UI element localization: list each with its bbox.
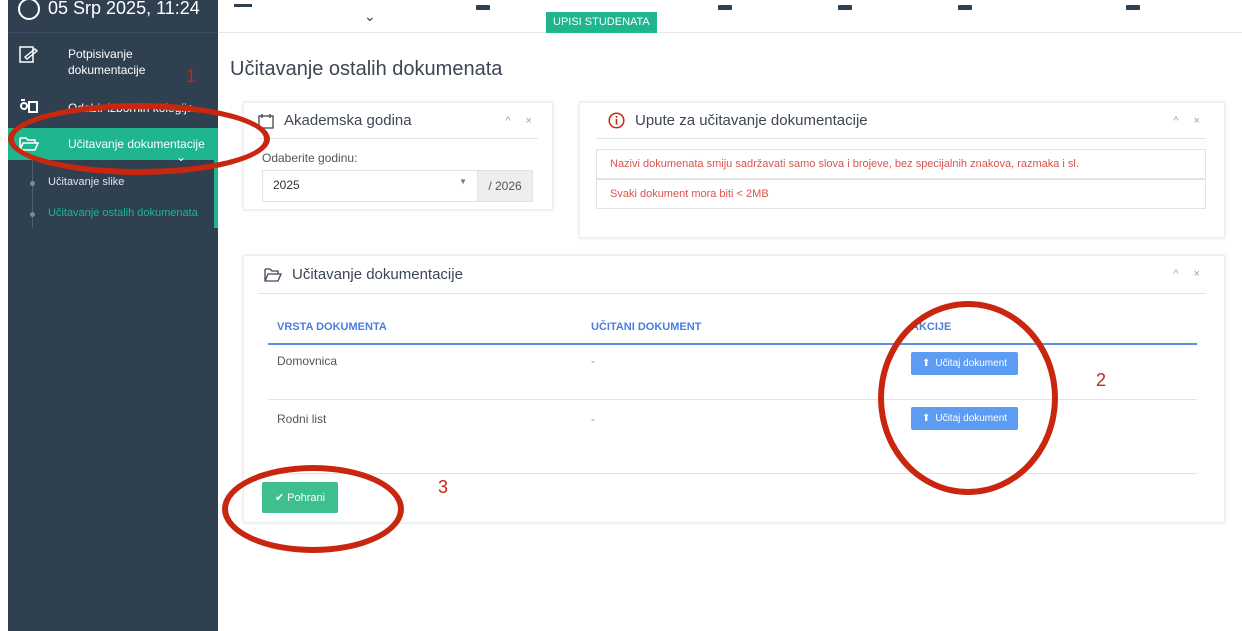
tab-student-enrollment[interactable]: UPISI STUDENATA bbox=[546, 12, 657, 33]
nav-icon[interactable] bbox=[958, 5, 972, 10]
sidebar-subitem-other-docs[interactable]: Učitavanje ostalih dokumenata bbox=[8, 207, 218, 219]
sidebar-header: 05 Srp 2025, 11:24 bbox=[8, 0, 218, 33]
column-header-type: VRSTA DOKUMENTA bbox=[277, 321, 387, 333]
end-year-addon: / 2026 bbox=[477, 170, 533, 202]
panel-header: Učitavanje dokumentacije ^ × bbox=[258, 256, 1206, 294]
instructions-panel: Upute za učitavanje dokumentacije ^ × Na… bbox=[579, 102, 1225, 238]
document-type: Domovnica bbox=[277, 354, 338, 368]
document-type: Rodni list bbox=[277, 412, 327, 426]
topbar: ⌄ UPISI STUDENATA bbox=[218, 0, 1242, 33]
loaded-document: - bbox=[591, 354, 595, 368]
instruction-line: Nazivi dokumenata smiju sadržavati samo … bbox=[596, 149, 1206, 179]
loaded-document: - bbox=[591, 412, 595, 426]
instruction-line: Svaki dokument mora biti < 2MB bbox=[596, 179, 1206, 209]
sidebar-item-label: Potpisivanje dokumentacije bbox=[68, 47, 146, 77]
dropdown-arrow-icon: ▼ bbox=[459, 177, 467, 186]
nav-icon[interactable] bbox=[718, 5, 732, 10]
nav-icon[interactable] bbox=[838, 5, 852, 10]
bullet-icon bbox=[30, 181, 35, 186]
panel-title: Učitavanje dokumentacije bbox=[292, 266, 463, 283]
document-sign-icon bbox=[19, 46, 39, 63]
bullet-icon bbox=[30, 212, 35, 217]
sidebar-subitem-label: Učitavanje ostalih dokumenata bbox=[48, 207, 198, 219]
year-select-value: 2025 bbox=[273, 178, 300, 192]
folder-open-icon bbox=[264, 267, 282, 282]
annotation-number-3: 3 bbox=[438, 477, 449, 497]
column-header-loaded: UČITANI DOKUMENT bbox=[591, 321, 702, 333]
annotation-number-1: 1 bbox=[186, 66, 197, 86]
panel-controls[interactable]: ^ × bbox=[1173, 268, 1206, 280]
panel-controls[interactable]: ^ × bbox=[505, 115, 538, 127]
sidebar: 05 Srp 2025, 11:24 Potpisivanje dokument… bbox=[8, 0, 218, 631]
panel-controls[interactable]: ^ × bbox=[1173, 115, 1206, 127]
sidebar-subitem-label: Učitavanje slike bbox=[48, 176, 125, 188]
panel-title: Upute za učitavanje dokumentacije bbox=[635, 112, 868, 129]
header-underline bbox=[268, 343, 1197, 345]
people-icon bbox=[20, 99, 38, 113]
chevron-down-icon[interactable]: ⌄ bbox=[364, 8, 376, 25]
clock-icon bbox=[18, 0, 40, 20]
page-title: Učitavanje ostalih dokumenata bbox=[230, 58, 503, 80]
nav-icon[interactable] bbox=[1126, 5, 1140, 10]
annotation-number-2: 2 bbox=[1096, 370, 1107, 390]
panel-header: Akademska godina ^ × bbox=[258, 103, 538, 139]
annotation-circle-1 bbox=[8, 103, 270, 175]
sidebar-subitem-photo[interactable]: Učitavanje slike bbox=[8, 176, 218, 188]
menu-icon[interactable] bbox=[234, 4, 252, 7]
year-select-label: Odaberite godinu: bbox=[262, 151, 358, 165]
nav-icon[interactable] bbox=[476, 5, 490, 10]
panel-title: Akademska godina bbox=[284, 112, 412, 129]
row-divider bbox=[258, 473, 1197, 474]
year-select[interactable]: 2025 ▼ bbox=[262, 170, 478, 202]
upload-panel: Učitavanje dokumentacije ^ × VRSTA DOKUM… bbox=[243, 255, 1225, 523]
annotation-circle-3 bbox=[222, 465, 404, 553]
current-datetime: 05 Srp 2025, 11:24 bbox=[48, 0, 200, 18]
info-icon bbox=[608, 112, 625, 129]
panel-header: Upute za učitavanje dokumentacije ^ × bbox=[596, 103, 1206, 139]
academic-year-panel: Akademska godina ^ × Odaberite godinu: 2… bbox=[243, 102, 553, 210]
annotation-circle-2 bbox=[878, 301, 1058, 495]
